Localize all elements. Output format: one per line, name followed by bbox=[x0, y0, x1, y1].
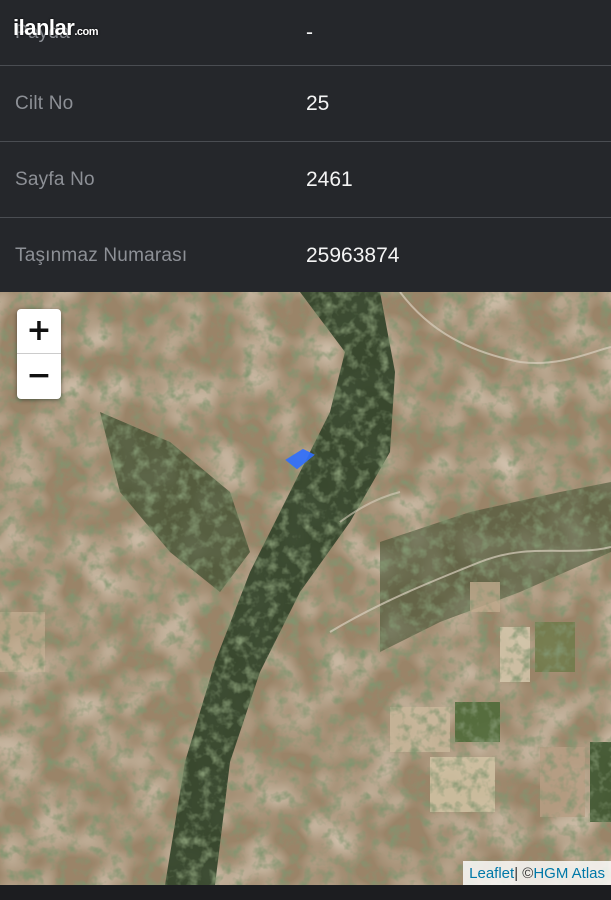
row-value-payda: - bbox=[306, 20, 313, 44]
site-logo[interactable]: ilanlar.com bbox=[13, 15, 98, 41]
satellite-map[interactable]: + − Leaflet | © HGM Atlas bbox=[0, 292, 611, 885]
footer-bar bbox=[0, 885, 611, 900]
row-label-cilt-no: Cilt No bbox=[15, 92, 74, 114]
zoom-control: + − bbox=[17, 309, 61, 399]
attribution-separator: | © bbox=[514, 864, 534, 882]
row-value-cilt-no: 25 bbox=[306, 91, 330, 115]
map-attribution: Leaflet | © HGM Atlas bbox=[463, 861, 611, 885]
hgm-atlas-link[interactable]: HGM Atlas bbox=[533, 865, 605, 882]
row-label-sayfa-no: Sayfa No bbox=[15, 168, 95, 190]
table-row: Sayfa No 2461 bbox=[0, 142, 611, 218]
leaflet-link[interactable]: Leaflet bbox=[469, 865, 514, 882]
row-value-tasinmaz-numarasi: 25963874 bbox=[306, 243, 400, 267]
row-label-tasinmaz-numarasi: Taşınmaz Numarası bbox=[15, 244, 188, 266]
table-row: Cilt No 25 bbox=[0, 66, 611, 142]
zoom-out-button[interactable]: − bbox=[17, 354, 61, 398]
row-value-sayfa-no: 2461 bbox=[306, 167, 353, 191]
satellite-imagery bbox=[0, 292, 611, 885]
logo-brand: ilanlar bbox=[13, 15, 75, 40]
logo-suffix: .com bbox=[74, 26, 98, 38]
zoom-in-button[interactable]: + bbox=[17, 309, 61, 354]
parcel-info-table: Payda - Cilt No 25 Sayfa No 2461 Taşınma… bbox=[0, 0, 611, 294]
table-row: Taşınmaz Numarası 25963874 bbox=[0, 218, 611, 294]
